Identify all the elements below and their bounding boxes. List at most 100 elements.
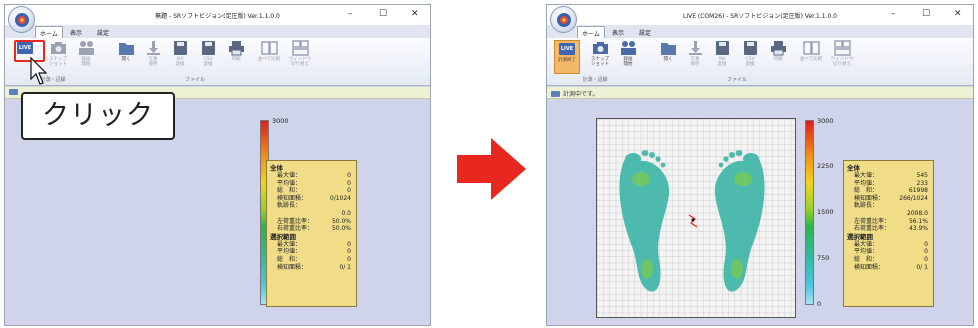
window-switch-label: ウィンドウ 切り替え — [830, 57, 854, 67]
stats-panel: 全体 最大値： 545 平均値： 233 総 和： 61998 検知面積： 266/10… — [843, 160, 934, 307]
status-icon — [9, 89, 18, 95]
foot-pressure-map — [597, 119, 795, 317]
folder-icon — [118, 43, 134, 55]
click-callout: クリック — [21, 92, 175, 140]
snapshot-label: スナップ ショット — [591, 57, 609, 67]
stat-value: 0 — [347, 255, 351, 263]
close-button[interactable]: ✕ — [411, 9, 419, 19]
stat-value: 233 — [916, 179, 928, 187]
status-text: 計測中です。 — [563, 91, 599, 98]
pressure-canvas[interactable]: 3000 2250 1500 750 0 全体 最大値： 545 平均値： 233 … — [547, 100, 973, 325]
stat-value: 0.0 — [341, 209, 351, 217]
minimize-button[interactable]: – — [348, 9, 353, 19]
stat-row-track: 軌跡長： — [847, 202, 930, 210]
open-button[interactable]: 開く — [657, 40, 679, 74]
maximize-button[interactable]: ☐ — [922, 9, 930, 19]
scale-750: 750 — [817, 254, 830, 262]
ribbon: LIVE 計測終了 スナップ ショット 録画 開始 開く 写真 保存 AVI 変… — [547, 38, 973, 86]
snapshot-label: スナップ ショット — [49, 57, 67, 67]
people-icon — [620, 41, 636, 55]
stat-value: 545 — [916, 172, 928, 179]
scale-min: 0 — [817, 300, 822, 308]
avi-button[interactable]: AVI 変換 — [711, 40, 733, 74]
tab-view[interactable]: 表示 — [66, 26, 86, 38]
avi-button[interactable]: AVI 変換 — [169, 40, 191, 74]
sel-row-area: 検知面積： 0/ 1 — [270, 264, 353, 272]
sel-row-sum: 総 和： 0 — [847, 256, 930, 264]
open-label: 開く — [121, 57, 131, 62]
print-label: 印刷 — [231, 57, 241, 62]
compare-button[interactable]: 並べて比較 — [255, 40, 283, 74]
windows-icon — [833, 40, 851, 56]
stat-value: 2008.0 — [907, 209, 928, 217]
stat-value: 0/ 1 — [339, 263, 351, 271]
download-icon — [688, 41, 702, 55]
stat-label: 軌跡長： — [277, 202, 302, 210]
minimize-button[interactable]: – — [891, 9, 896, 19]
stat-value: 50.0% — [331, 217, 351, 225]
stop-measure-button[interactable]: LIVE 計測終了 — [554, 40, 580, 74]
stat-value: 50.0% — [331, 225, 351, 233]
app-menu-orb[interactable] — [8, 6, 35, 33]
split-view-icon — [260, 41, 278, 55]
ribbon-tabs: ホーム 表示 設定 — [547, 25, 973, 38]
split-view-icon — [802, 41, 820, 55]
camera-icon — [592, 42, 608, 54]
open-label: 開く — [663, 57, 673, 62]
record-label: 録画 開始 — [623, 57, 633, 67]
window-switch-button[interactable]: ウィンドウ 切り替え — [828, 40, 856, 74]
sel-row-avg: 平均値： 0 — [847, 248, 930, 256]
photo-save-button[interactable]: 写真 保存 — [684, 40, 706, 74]
selection-title: 選択範囲 — [270, 232, 296, 241]
tab-home[interactable]: ホーム — [35, 26, 63, 38]
stat-row-track: 軌跡長： — [270, 202, 353, 210]
windows-icon — [291, 40, 309, 56]
maximize-button[interactable]: ☐ — [379, 9, 387, 19]
ribbon: LIVE スナップ ショット 録画 開始 開く 写真 保存 AVI 変換 CSV… — [5, 38, 430, 86]
title-bar: LIVE (COM26) - SRソフトビジョン(足圧版) Ver.1.1.0.… — [547, 5, 973, 25]
stat-label: 最大値： — [277, 172, 302, 179]
status-bar: 計測中です。 — [547, 87, 973, 99]
print-button[interactable]: 印刷 — [767, 40, 789, 74]
snapshot-button[interactable]: スナップ ショット — [589, 40, 611, 74]
close-button[interactable]: ✕ — [954, 9, 962, 19]
tab-view[interactable]: 表示 — [608, 26, 628, 38]
stat-row-sum: 総 和： 0 — [270, 187, 353, 195]
status-icon — [551, 91, 560, 97]
stat-label: 右荷重比率： — [854, 225, 891, 233]
record-button[interactable]: 録画 開始 — [75, 40, 97, 74]
stat-value: 0 — [347, 172, 351, 179]
window-title: 無題 - SRソフトビジョン(足圧版) Ver.1.1.0.0 — [155, 13, 280, 20]
sel-row-area: 検知面積： 0/ 1 — [847, 264, 930, 272]
pressure-grid[interactable] — [596, 118, 796, 318]
photo-save-button[interactable]: 写真 保存 — [142, 40, 164, 74]
camera-icon — [50, 42, 66, 54]
color-scale-bar — [805, 120, 814, 305]
stat-label: 平均値： — [854, 248, 879, 256]
tab-settings[interactable]: 設定 — [635, 26, 655, 38]
snapshot-button[interactable]: スナップ ショット — [47, 40, 69, 74]
photo-save-label: 写真 保存 — [148, 57, 158, 67]
stat-row-right-ratio: 右荷重比率： 43.9% — [847, 225, 930, 233]
open-button[interactable]: 開く — [115, 40, 137, 74]
app-menu-orb[interactable] — [550, 6, 577, 33]
stat-value: 0 — [924, 248, 928, 256]
scale-1500: 1500 — [817, 208, 834, 216]
live-icon: LIVE — [559, 43, 575, 55]
overall-title: 全体 — [270, 164, 283, 172]
window-switch-button[interactable]: ウィンドウ 切り替え — [286, 40, 314, 74]
stat-value: 0 — [347, 187, 351, 195]
disk-csv-icon — [743, 41, 757, 55]
csv-button[interactable]: CSV 変換 — [197, 40, 219, 74]
group-file-label: ファイル — [184, 77, 205, 83]
record-button[interactable]: 録画 開始 — [617, 40, 639, 74]
csv-button[interactable]: CSV 変換 — [739, 40, 761, 74]
tab-home[interactable]: ホーム — [577, 26, 605, 38]
compare-button[interactable]: 並べて比較 — [797, 40, 825, 74]
folder-icon — [660, 43, 676, 55]
print-button[interactable]: 印刷 — [225, 40, 247, 74]
stat-value: 0 — [347, 248, 351, 256]
tab-settings[interactable]: 設定 — [93, 26, 113, 38]
scale-max: 3000 — [272, 117, 289, 125]
stat-row-sum: 総 和： 61998 — [847, 187, 930, 195]
